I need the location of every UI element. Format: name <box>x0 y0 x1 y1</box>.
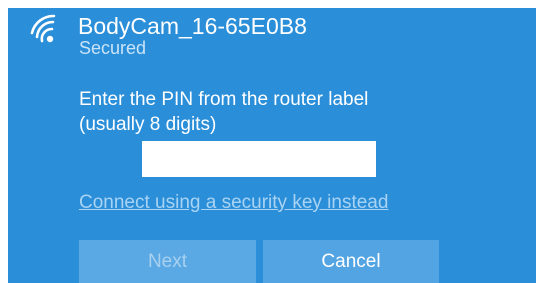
security-key-link[interactable]: Connect using a security key instead <box>79 191 388 215</box>
wifi-secured-icon <box>28 13 64 49</box>
cancel-button[interactable]: Cancel <box>263 240 439 283</box>
network-security-status: Secured <box>79 38 147 58</box>
network-name: BodyCam_16-65E0B8 <box>78 13 307 39</box>
wifi-connect-panel: BodyCam_16-65E0B8 Secured Enter the PIN … <box>8 8 536 283</box>
pin-input[interactable] <box>142 141 376 177</box>
pin-instructions: Enter the PIN from the router label (usu… <box>79 87 499 137</box>
next-button[interactable]: Next <box>79 240 256 283</box>
pin-instructions-line1: Enter the PIN from the router label <box>79 89 369 110</box>
pin-instructions-line2: (usually 8 digits) <box>79 114 217 135</box>
